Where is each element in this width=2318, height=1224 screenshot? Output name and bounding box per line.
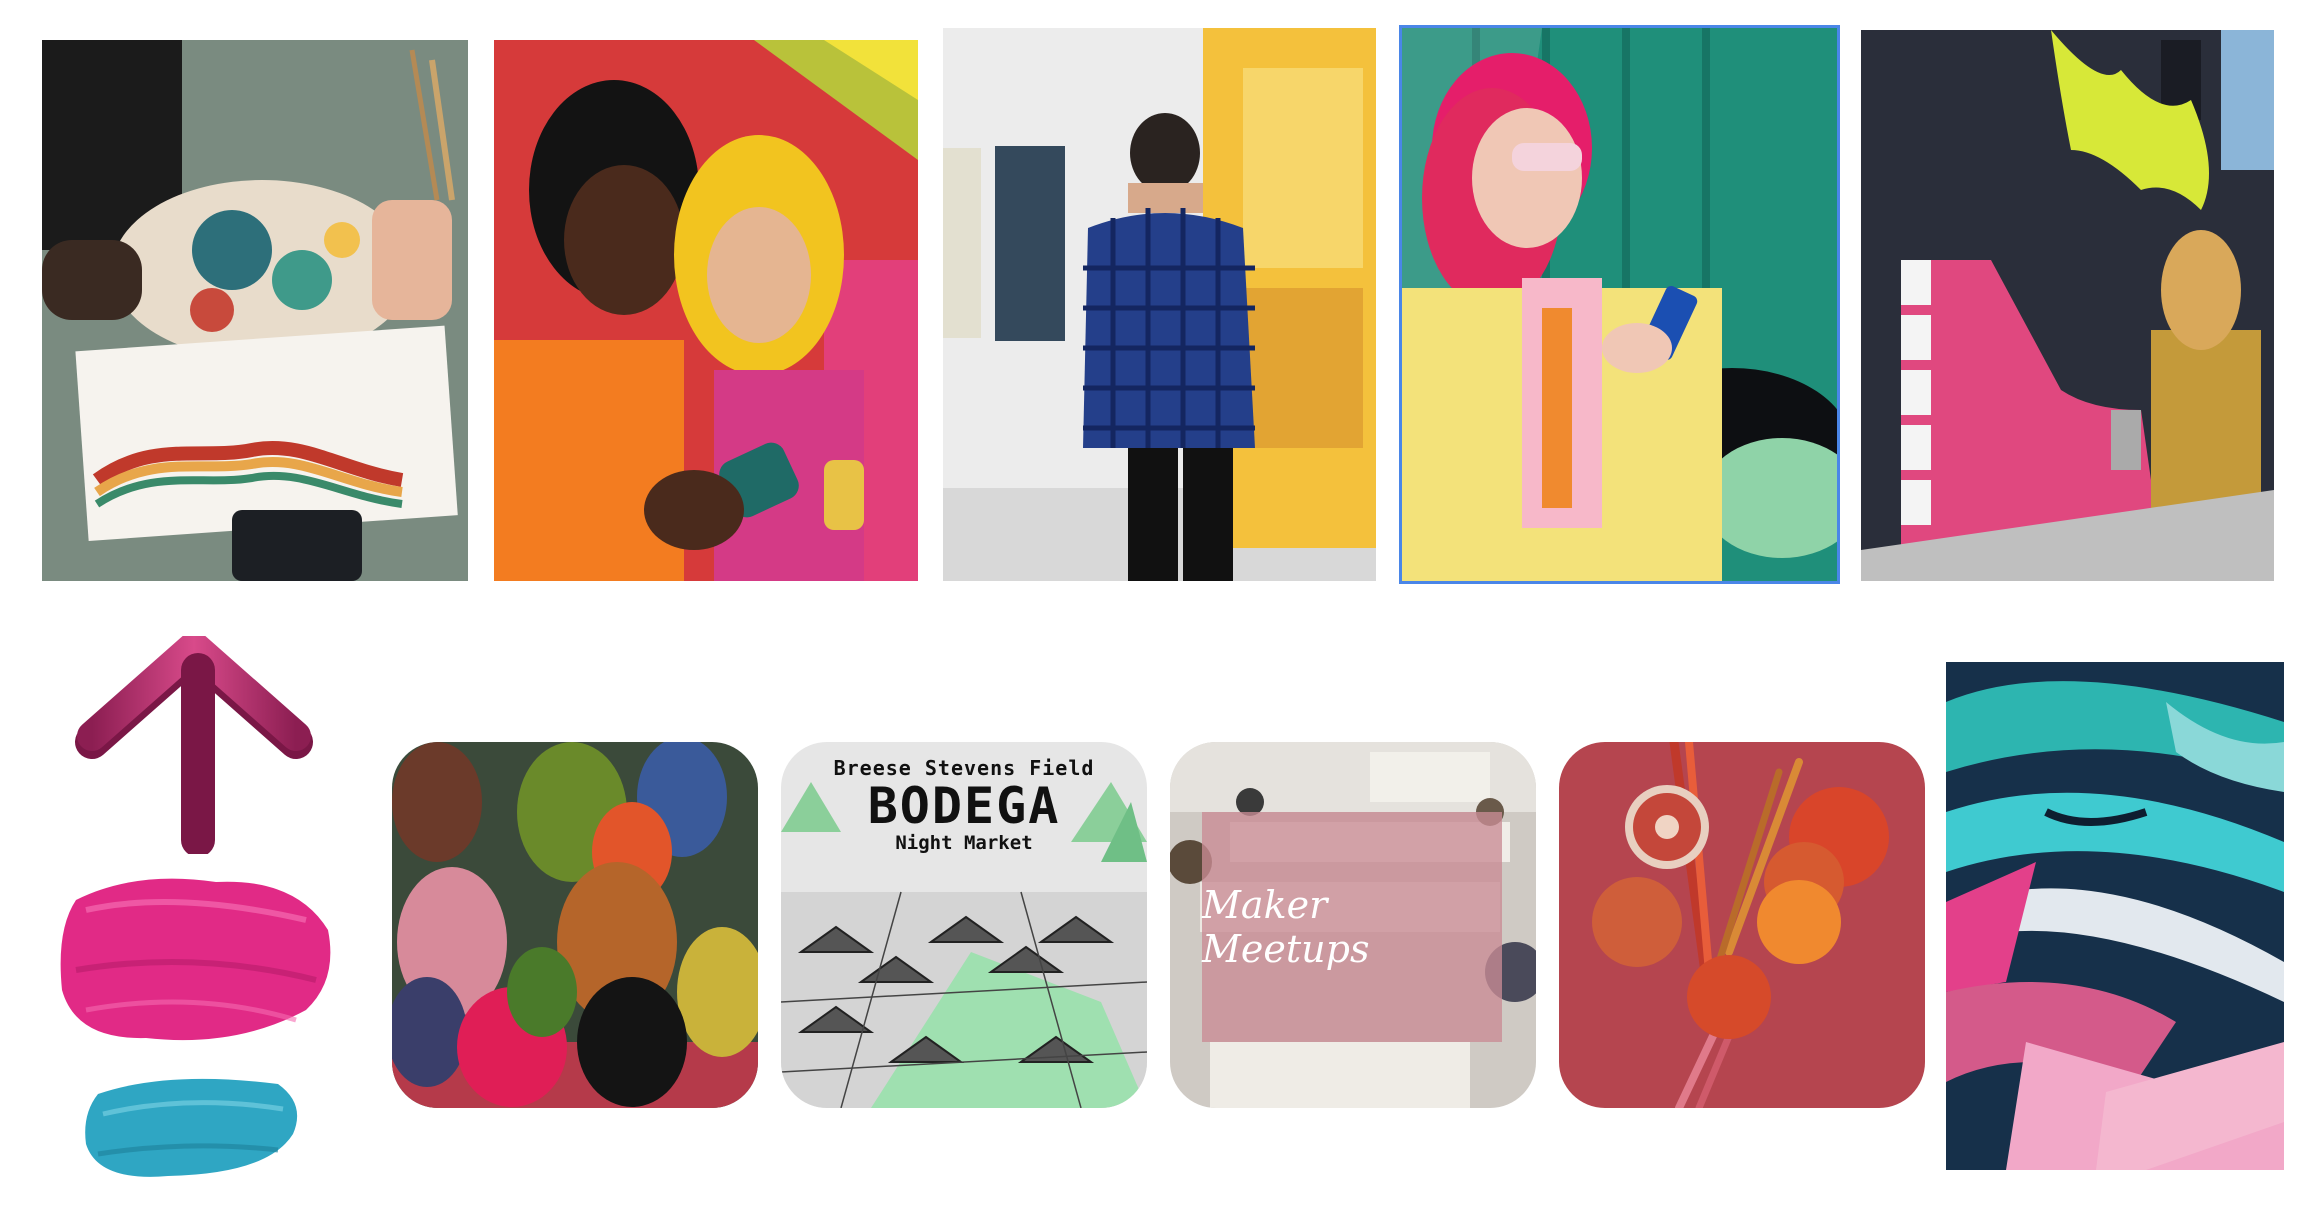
- arrow-up-icon: [74, 636, 314, 854]
- bodega-title-block: Breese Stevens Field BODEGA Night Market: [781, 756, 1147, 854]
- painting-palette-image: [42, 40, 468, 581]
- ceramic-cats-image: [392, 742, 758, 1108]
- pink-brushstroke: [56, 870, 338, 1050]
- photo-gallery-visitor[interactable]: [943, 28, 1376, 581]
- card-ceramic-cats[interactable]: [392, 742, 758, 1108]
- card-abstract-mural[interactable]: [1946, 662, 2284, 1170]
- card-maker-meetups[interactable]: Maker Meetups: [1170, 742, 1536, 1108]
- photo-two-women-phone[interactable]: [494, 40, 918, 581]
- two-women-phone-image: [494, 40, 918, 581]
- card-blood-oranges[interactable]: [1559, 742, 1925, 1108]
- blood-oranges-photo: [1559, 742, 1925, 1108]
- bodega-subtitle-text: Night Market: [895, 832, 1033, 854]
- photo-woman-pink-hat[interactable]: [1399, 25, 1840, 584]
- photo-street-mural[interactable]: [1861, 30, 2274, 581]
- maker-meetups-overlay: Maker Meetups: [1202, 812, 1502, 1042]
- woman-pink-hat-image: [1402, 28, 1837, 581]
- maker-meetups-title: Maker Meetups: [1202, 883, 1370, 971]
- bodega-title-text: BODEGA: [867, 777, 1061, 835]
- street-mural-image: [1861, 30, 2274, 581]
- gallery-visitor-image: [943, 28, 1376, 581]
- card-bodega-night-market[interactable]: Breese Stevens Field BODEGA Night Market: [781, 742, 1147, 1108]
- photo-painting-palette[interactable]: [42, 40, 468, 581]
- abstract-mural-image: [1946, 662, 2284, 1170]
- teal-brushstroke: [78, 1064, 308, 1186]
